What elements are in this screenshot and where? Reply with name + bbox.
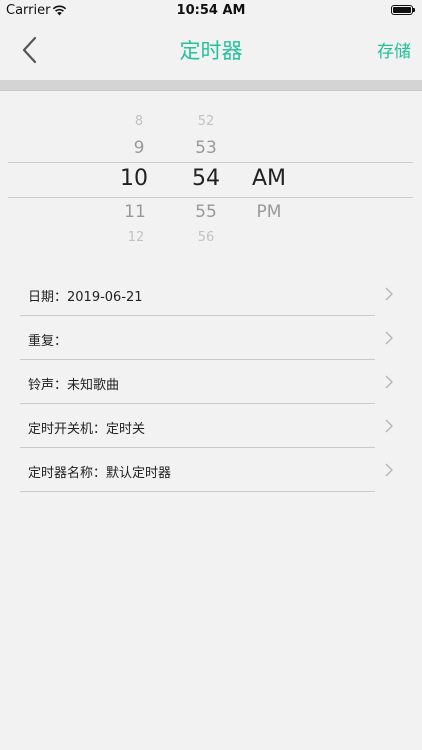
power-schedule-label: 定时开关机：定时关 bbox=[28, 422, 146, 437]
timer-name-label: 定时器名称：默认定时器 bbox=[28, 466, 172, 481]
picker-minute-item[interactable]: 53 bbox=[166, 138, 246, 158]
repeat-row[interactable]: 重复： bbox=[20, 316, 393, 360]
picker-selection-top-line bbox=[8, 162, 413, 163]
status-time: 10:54 AM bbox=[176, 3, 246, 18]
picker-period-item[interactable]: PM bbox=[229, 202, 309, 222]
power-schedule-row[interactable]: 定时开关机：定时关 bbox=[20, 404, 393, 448]
status-bar: Carrier 10:54 AM bbox=[0, 0, 422, 22]
date-row[interactable]: 日期：2019-06-21 bbox=[20, 272, 393, 316]
picker-selection-bottom-line bbox=[8, 197, 413, 198]
ringtone-label: 铃声：未知歌曲 bbox=[28, 378, 120, 393]
page-title: 定时器 bbox=[179, 39, 243, 63]
repeat-label: 重复： bbox=[28, 334, 68, 349]
ringtone-row[interactable]: 铃声：未知歌曲 bbox=[20, 360, 393, 404]
settings-list: 日期：2019-06-21 重复： 铃声：未知歌曲 定时开关机：定时关 定时器名… bbox=[20, 272, 393, 492]
picker-period-selected[interactable]: AM bbox=[229, 166, 309, 191]
chevron-right-icon bbox=[385, 463, 393, 477]
chevron-right-icon bbox=[385, 375, 393, 389]
nav-bar: 定时器 存储 bbox=[0, 22, 422, 80]
timer-name-row[interactable]: 定时器名称：默认定时器 bbox=[20, 448, 393, 492]
chevron-right-icon bbox=[385, 331, 393, 345]
picker-hour-item[interactable]: 12 bbox=[96, 230, 176, 245]
picker-hour-item[interactable]: 11 bbox=[95, 202, 175, 222]
time-picker[interactable]: 8 9 10 11 12 52 53 54 55 56 AM PM bbox=[0, 108, 422, 245]
picker-minute-item[interactable]: 56 bbox=[166, 230, 246, 245]
battery-icon bbox=[391, 5, 415, 15]
save-button[interactable]: 存储 bbox=[377, 37, 411, 62]
chevron-right-icon bbox=[385, 419, 393, 433]
date-label: 日期：2019-06-21 bbox=[28, 290, 143, 305]
chevron-right-icon bbox=[385, 287, 393, 301]
picker-minute-item[interactable]: 52 bbox=[166, 114, 246, 129]
header-divider bbox=[0, 80, 422, 91]
picker-hour-selected[interactable]: 10 bbox=[94, 166, 174, 191]
